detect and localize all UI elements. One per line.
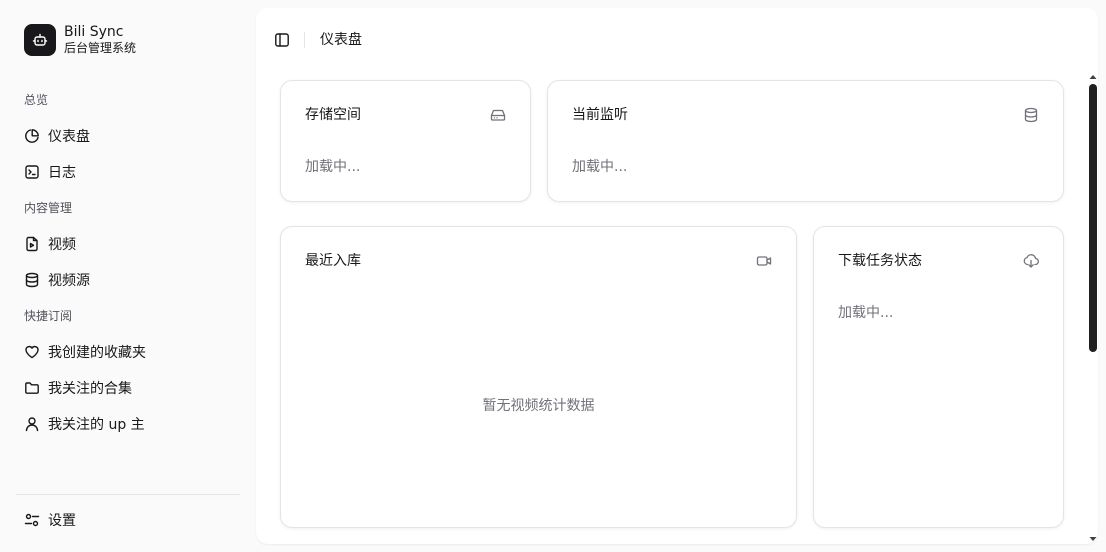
download-card: 下载任务状态 加载中... [813, 226, 1064, 528]
hard-drive-icon [490, 107, 506, 123]
storage-card: 存储空间 加载中... [280, 80, 531, 202]
download-card-title: 下载任务状态 [838, 253, 922, 269]
sidebar-item-logs[interactable]: 日志 [16, 156, 240, 188]
monitor-card: 当前监听 加载中... [547, 80, 1064, 202]
video-file-icon [24, 236, 40, 252]
cloud-download-icon [1023, 253, 1039, 269]
sidebar-item-my-favorites[interactable]: 我创建的收藏夹 [16, 336, 240, 368]
bot-logo-icon [24, 24, 56, 56]
scroll-down-arrow-icon[interactable] [1088, 534, 1098, 544]
main-content: 仪表盘 存储空间 加载中... 当前监听 加载中... 最近入库 暂无视频统计数… [256, 8, 1098, 544]
sidebar-divider [16, 494, 240, 495]
terminal-icon [24, 164, 40, 180]
monitor-card-status: 加载中... [572, 159, 628, 175]
sidebar-item-dashboard[interactable]: 仪表盘 [16, 120, 240, 152]
brand[interactable]: Bili Sync 后台管理系统 [24, 24, 136, 56]
sidebar-item-label: 日志 [48, 165, 76, 181]
page-header: 仪表盘 [256, 8, 1098, 72]
group-label-overview: 总览 [24, 93, 49, 107]
panel-left-icon [274, 32, 290, 48]
storage-card-title: 存储空间 [305, 107, 361, 123]
sliders-icon [24, 512, 40, 528]
recent-card-empty-message: 暂无视频统计数据 [482, 398, 595, 414]
scrollbar[interactable] [1088, 72, 1098, 544]
folder-icon [24, 380, 40, 396]
pie-chart-icon [24, 128, 40, 144]
sidebar-item-label: 我关注的 up 主 [48, 417, 145, 433]
sidebar-item-videos[interactable]: 视频 [16, 228, 240, 260]
sidebar-item-label: 视频 [48, 237, 76, 253]
database-icon [24, 272, 40, 288]
brand-subtitle: 后台管理系统 [64, 41, 137, 55]
brand-name: Bili Sync [64, 24, 124, 40]
video-camera-icon [756, 253, 772, 269]
sidebar-item-label: 仪表盘 [48, 129, 90, 145]
sidebar-toggle-button[interactable] [272, 28, 292, 52]
sidebar: Bili Sync 后台管理系统 总览 仪表盘 日志 内容管理 视频 视频源 快… [0, 0, 248, 552]
sidebar-item-video-sources[interactable]: 视频源 [16, 264, 240, 296]
scrollbar-thumb[interactable] [1089, 84, 1097, 352]
sidebar-item-label: 设置 [48, 513, 76, 529]
database-icon [1023, 107, 1039, 123]
app: Bili Sync 后台管理系统 总览 仪表盘 日志 内容管理 视频 视频源 快… [0, 0, 1106, 552]
download-card-status: 加载中... [838, 305, 894, 321]
sidebar-item-followed-uploaders[interactable]: 我关注的 up 主 [16, 408, 240, 440]
sidebar-item-followed-collections[interactable]: 我关注的合集 [16, 372, 240, 404]
recent-card-title: 最近入库 [305, 253, 361, 269]
recent-card: 最近入库 暂无视频统计数据 [280, 226, 797, 528]
group-label-subscriptions: 快捷订阅 [24, 309, 73, 323]
monitor-card-title: 当前监听 [572, 107, 628, 123]
sidebar-item-settings[interactable]: 设置 [16, 504, 240, 536]
sidebar-item-label: 我创建的收藏夹 [48, 345, 146, 361]
page-title: 仪表盘 [320, 32, 362, 48]
header-separator [304, 32, 305, 48]
group-label-content: 内容管理 [24, 201, 73, 215]
sidebar-item-label: 视频源 [48, 273, 90, 289]
storage-card-status: 加载中... [305, 159, 361, 175]
sidebar-item-label: 我关注的合集 [48, 381, 132, 397]
heart-icon [24, 344, 40, 360]
scroll-up-arrow-icon[interactable] [1088, 72, 1098, 82]
user-icon [24, 416, 40, 432]
